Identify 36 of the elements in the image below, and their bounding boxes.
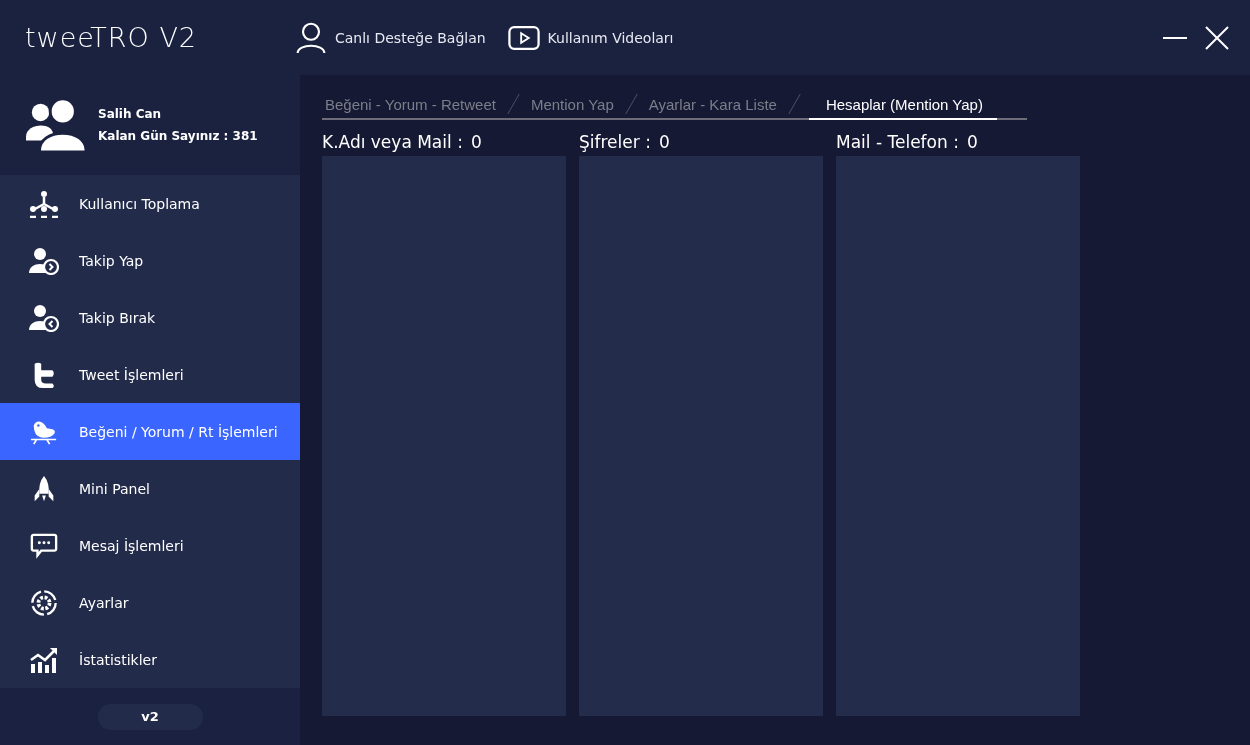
list-count: 0 [966,132,978,152]
list-label: K.Adı veya Mail : [322,132,463,152]
version-badge: v2 [97,703,203,730]
header-link[interactable]: Kullanım Videoları [507,21,674,54]
tab[interactable]: Ayarlar - Kara Liste [645,90,780,118]
user-icon [295,21,327,54]
list-box[interactable] [579,156,823,716]
list-label: Şifreler : [579,132,651,152]
tab[interactable]: Hesaplar (Mention Yap) [808,90,997,120]
tab[interactable]: Beğeni - Yorum - Retweet [322,90,499,118]
sidebar-item[interactable]: Takip Bırak [0,289,300,346]
list-box[interactable] [322,156,566,716]
sidebar-item[interactable]: Takip Yap [0,232,300,289]
user-name: Salih Can [98,107,163,121]
sidebar-item[interactable]: Ayarlar [0,574,300,631]
list-box[interactable] [836,156,1080,716]
list-label: Mail - Telefon : [836,132,959,152]
list-count: 0 [658,132,670,152]
close-icon[interactable] [1204,24,1230,51]
remaining-days: Kalan Gün Sayınız : 381 [98,129,258,143]
sidebar-item[interactable]: İstatistikler [0,631,300,688]
sidebar-item[interactable]: Kullanıcı Toplama [0,175,300,232]
network-icon [29,189,59,218]
tab[interactable]: Mention Yap [527,90,617,118]
growth-chart-icon [29,645,59,674]
settings-icon [29,588,59,617]
sidebar-item[interactable]: Mesaj İşlemleri [0,517,300,574]
user-right-arrow-icon [29,246,59,275]
list-count: 0 [470,132,482,152]
header-link[interactable]: Canlı Desteğe Bağlan [295,21,486,54]
sidebar-item[interactable]: Beğeni / Yorum / Rt İşlemleri [0,403,300,460]
sidebar-item[interactable]: Mini Panel [0,460,300,517]
window-title: tweeTRO V2 [25,22,199,53]
user-left-arrow-icon [29,303,59,332]
sidebar-item[interactable]: Tweet İşlemleri [0,346,300,403]
chat-bubble-icon [29,531,59,560]
